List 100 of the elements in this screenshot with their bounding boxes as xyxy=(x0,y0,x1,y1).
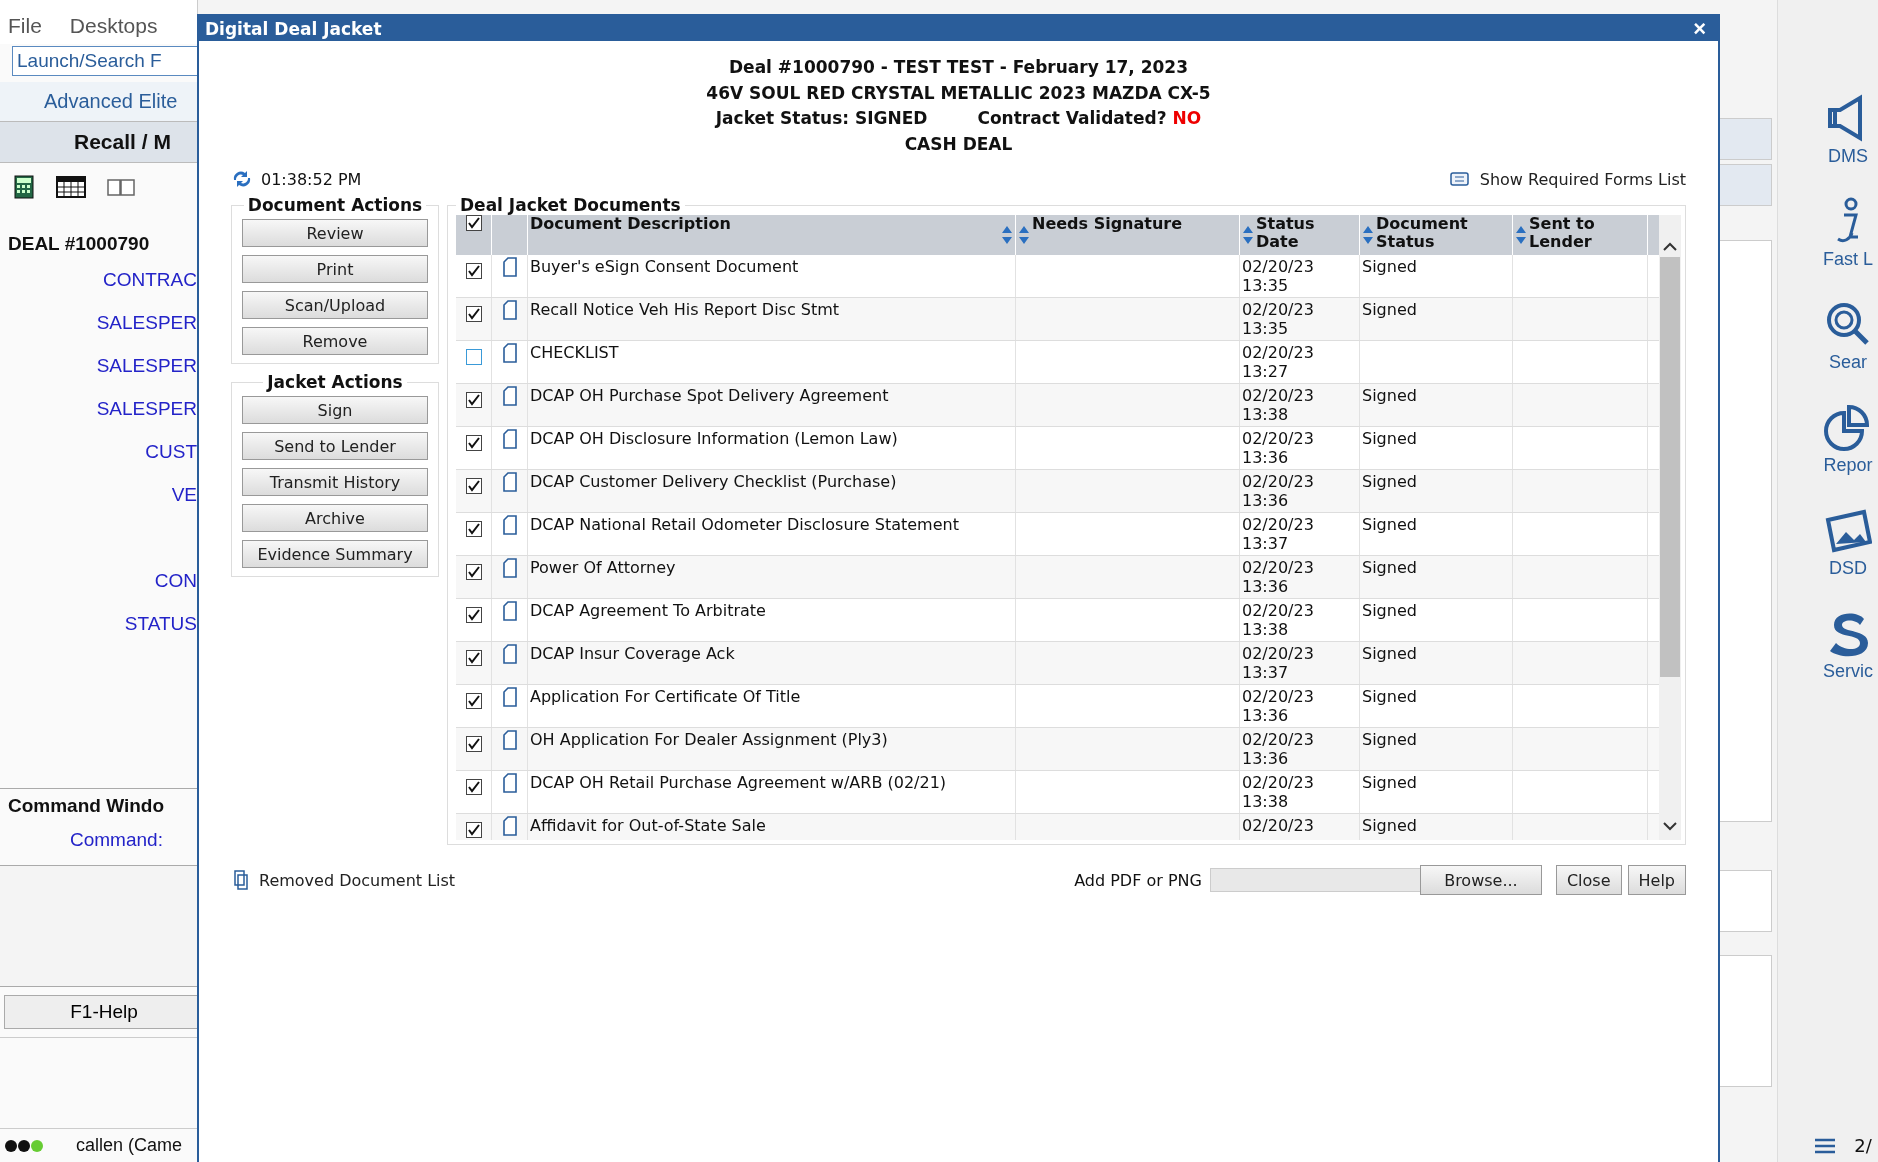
row-checkbox[interactable] xyxy=(465,779,482,795)
action-button[interactable]: Archive xyxy=(242,504,428,532)
dialog-button[interactable]: Help xyxy=(1627,865,1686,895)
menu-item[interactable]: File xyxy=(8,14,42,38)
scrollbar-thumb[interactable] xyxy=(1660,257,1680,677)
scroll-down-icon[interactable] xyxy=(1662,820,1678,832)
document-icon[interactable] xyxy=(502,472,517,492)
calendar-icon[interactable] xyxy=(56,175,86,199)
action-button[interactable]: Transmit History xyxy=(242,468,428,496)
row-checkbox[interactable] xyxy=(465,392,482,408)
table-cell-text: 02/20/23 xyxy=(1242,730,1315,749)
sort-icon[interactable] xyxy=(1018,225,1030,245)
removed-documents-link[interactable]: Removed Document List xyxy=(259,870,456,890)
close-button[interactable]: × xyxy=(1687,17,1712,40)
sidebar-label: Servic xyxy=(1823,661,1873,682)
document-icon[interactable] xyxy=(502,816,517,836)
row-checkbox[interactable] xyxy=(465,822,482,838)
table-cell-text: 02/20/23 xyxy=(1242,601,1315,620)
action-button[interactable]: Remove xyxy=(242,327,428,355)
table-cell: DCAP OH Purchase Spot Delivery Agreement xyxy=(530,386,889,405)
calculator-icon[interactable] xyxy=(12,175,36,199)
document-icon[interactable] xyxy=(502,429,517,449)
sidebar-item[interactable]: Fast L xyxy=(1823,197,1873,270)
sort-icon[interactable] xyxy=(1362,225,1374,245)
dialog-button[interactable]: Close xyxy=(1555,865,1622,895)
action-button[interactable]: Evidence Summary xyxy=(242,540,428,568)
document-icon[interactable] xyxy=(502,601,517,621)
sort-icon[interactable] xyxy=(1242,225,1254,245)
document-list-icon[interactable] xyxy=(231,869,251,891)
required-forms-link[interactable]: Show Required Forms List xyxy=(1479,169,1686,189)
panel-background xyxy=(1718,118,1772,160)
sidebar-item[interactable]: Sear xyxy=(1824,300,1872,373)
sidebar-item[interactable]: DMS xyxy=(1824,94,1872,167)
document-icon[interactable] xyxy=(502,343,517,363)
action-button[interactable]: Send to Lender xyxy=(242,432,428,460)
scroll-up-icon[interactable] xyxy=(1662,241,1678,253)
table-cell-text: 02/20/23 xyxy=(1242,558,1315,577)
table-cell-text: 13:36 xyxy=(1242,491,1290,510)
sidebar-item[interactable]: DSD xyxy=(1824,506,1872,579)
column-header[interactable]: Document Status xyxy=(1376,215,1510,251)
field-label: SALESPER xyxy=(96,312,197,333)
table-cell-text: 13:36 xyxy=(1242,706,1290,725)
document-icon[interactable] xyxy=(502,730,517,750)
action-button[interactable]: Review xyxy=(242,219,428,247)
row-checkbox[interactable] xyxy=(465,521,482,537)
row-checkbox[interactable] xyxy=(465,263,482,279)
sidebar-item[interactable]: Servic xyxy=(1823,609,1873,682)
scrollbar[interactable] xyxy=(1659,215,1681,840)
row-checkbox[interactable] xyxy=(465,564,482,580)
table-cell: Recall Notice Veh His Report Disc Stmt xyxy=(530,300,840,319)
row-checkbox[interactable] xyxy=(465,693,482,709)
document-icon[interactable] xyxy=(502,773,517,793)
group-title: Jacket Actions xyxy=(265,372,404,392)
column-header[interactable]: Status Date xyxy=(1256,215,1357,251)
menu-icon[interactable] xyxy=(1814,1136,1837,1155)
document-icon[interactable] xyxy=(502,515,517,535)
deal-type: CASH DEAL xyxy=(904,132,1013,156)
document-icon[interactable] xyxy=(502,300,517,320)
forms-icon[interactable] xyxy=(1447,169,1472,189)
row-checkbox[interactable] xyxy=(465,306,482,322)
document-icon[interactable] xyxy=(502,558,517,578)
action-button[interactable]: Sign xyxy=(242,396,428,424)
deal-number: DEAL #1000790 xyxy=(7,232,151,256)
panel-background xyxy=(1718,164,1772,206)
table-cell: Signed xyxy=(1362,644,1417,663)
document-icon[interactable] xyxy=(502,386,517,406)
sort-icon[interactable] xyxy=(1001,225,1013,245)
refresh-icon[interactable] xyxy=(231,170,253,188)
table-cell-text: 02/20/23 xyxy=(1242,644,1315,663)
sidebar-item[interactable]: Repor xyxy=(1823,403,1873,476)
group-title: Deal Jacket Documents xyxy=(459,195,682,215)
row-checkbox[interactable] xyxy=(465,736,482,752)
row-checkbox[interactable] xyxy=(465,607,482,623)
file-field[interactable] xyxy=(1209,868,1422,892)
field-label: SALESPER xyxy=(96,355,197,376)
document-icon[interactable] xyxy=(502,644,517,664)
table-cell: DCAP Insur Coverage Ack xyxy=(530,644,735,663)
table-cell-text: 02/20/23 xyxy=(1242,429,1315,448)
table-cell: Signed xyxy=(1362,472,1417,491)
action-button[interactable]: Print xyxy=(242,255,428,283)
book-icon[interactable] xyxy=(106,177,136,197)
table-cell-text: 02/20/23 xyxy=(1242,386,1315,405)
pie-chart-icon xyxy=(1824,403,1872,451)
column-header[interactable]: Needs Signature xyxy=(1032,215,1237,233)
document-icon[interactable] xyxy=(502,257,517,277)
row-checkbox[interactable] xyxy=(465,349,482,365)
row-checkbox[interactable] xyxy=(465,650,482,666)
column-header[interactable]: Document Description xyxy=(530,215,999,233)
table-cell: Signed xyxy=(1362,515,1417,534)
column-header[interactable]: Sent to Lender xyxy=(1529,215,1645,251)
row-checkbox[interactable] xyxy=(465,435,482,451)
sort-icon[interactable] xyxy=(1515,225,1527,245)
upload-label: Add PDF or PNG xyxy=(1074,870,1202,890)
row-checkbox[interactable] xyxy=(465,478,482,494)
select-all-checkbox[interactable] xyxy=(465,215,482,231)
browse-button[interactable]: Browse... xyxy=(1419,865,1542,895)
menu-item[interactable]: Desktops xyxy=(69,14,158,38)
action-button[interactable]: Scan/Upload xyxy=(242,291,428,319)
document-icon[interactable] xyxy=(502,687,517,707)
table-cell-text: 13:35 xyxy=(1242,276,1290,295)
